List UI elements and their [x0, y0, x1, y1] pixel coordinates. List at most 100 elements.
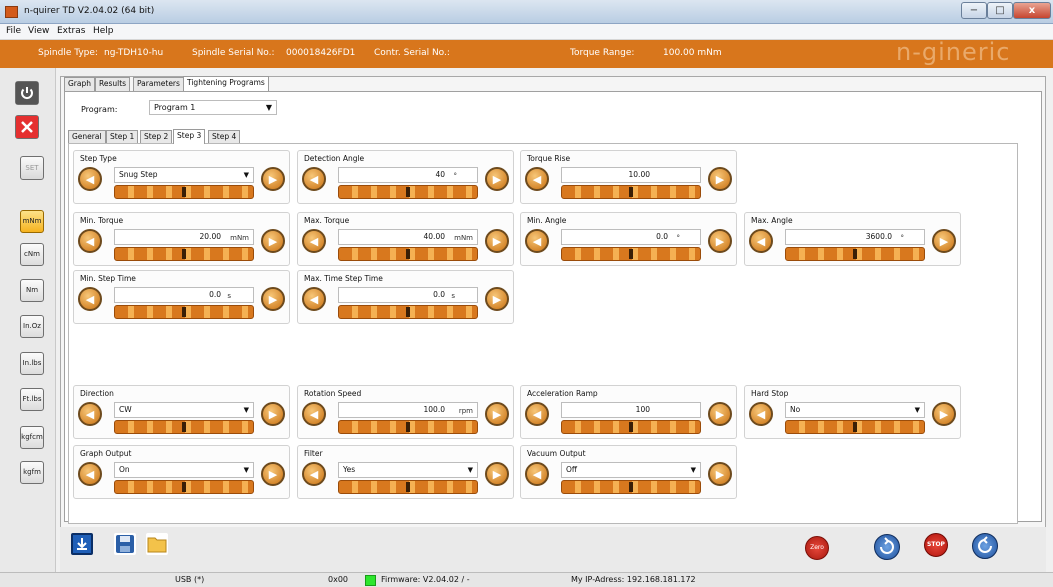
tab-step-1[interactable]: Step 1	[106, 130, 139, 144]
slider-thumb[interactable]	[182, 249, 186, 259]
max-time-step-time-next-button[interactable]: ▶	[485, 287, 509, 311]
vacuum-output-prev-button[interactable]: ◀	[525, 462, 549, 486]
open-folder-button[interactable]	[146, 533, 168, 555]
min-angle-prev-button[interactable]: ◀	[525, 229, 549, 253]
detection-angle-input[interactable]: 40 °	[338, 167, 478, 183]
vacuum-output-next-button[interactable]: ▶	[708, 462, 732, 486]
hard-stop-next-button[interactable]: ▶	[932, 402, 956, 426]
unit-button-kgfcm[interactable]: kgfcm	[20, 426, 44, 449]
min-step-time-input[interactable]: 0.0 s	[114, 287, 254, 303]
step-type-next-button[interactable]: ▶	[261, 167, 285, 191]
min-torque-slider[interactable]	[114, 247, 254, 261]
slider-thumb[interactable]	[629, 187, 633, 197]
unit-button-kgfm[interactable]: kgfm	[20, 461, 44, 484]
filter-slider[interactable]	[338, 480, 478, 494]
max-torque-prev-button[interactable]: ◀	[302, 229, 326, 253]
direction-next-button[interactable]: ▶	[261, 402, 285, 426]
slider-thumb[interactable]	[853, 422, 857, 432]
filter-next-button[interactable]: ▶	[485, 462, 509, 486]
unit-button-inlbs[interactable]: In.lbs	[20, 352, 44, 375]
slider-thumb[interactable]	[853, 249, 857, 259]
tab-step-4[interactable]: Step 4	[208, 130, 241, 144]
graph-output-prev-button[interactable]: ◀	[78, 462, 102, 486]
graph-output-slider[interactable]	[114, 480, 254, 494]
filter-select[interactable]: Yes ▼	[338, 462, 478, 478]
slider-thumb[interactable]	[182, 482, 186, 492]
graph-output-next-button[interactable]: ▶	[261, 462, 285, 486]
torque-rise-next-button[interactable]: ▶	[708, 167, 732, 191]
min-torque-next-button[interactable]: ▶	[261, 229, 285, 253]
direction-select[interactable]: CW ▼	[114, 402, 254, 418]
rotation-speed-next-button[interactable]: ▶	[485, 402, 509, 426]
hard-stop-prev-button[interactable]: ◀	[749, 402, 773, 426]
slider-thumb[interactable]	[406, 482, 410, 492]
power-button[interactable]	[15, 81, 39, 105]
acceleration-ramp-input[interactable]: 100	[561, 402, 701, 418]
unit-button-cnm[interactable]: cNm	[20, 243, 44, 266]
min-torque-prev-button[interactable]: ◀	[78, 229, 102, 253]
hard-stop-select[interactable]: No ▼	[785, 402, 925, 418]
close-button[interactable]: x	[1013, 2, 1051, 19]
torque-rise-input[interactable]: 10.00	[561, 167, 701, 183]
rotate-left-button[interactable]	[972, 533, 998, 559]
slider-thumb[interactable]	[182, 422, 186, 432]
max-time-step-time-input[interactable]: 0.0 s	[338, 287, 478, 303]
slider-thumb[interactable]	[406, 187, 410, 197]
cancel-button[interactable]	[15, 115, 39, 139]
max-torque-input[interactable]: 40.00 mNm	[338, 229, 478, 245]
detection-angle-prev-button[interactable]: ◀	[302, 167, 326, 191]
step-type-slider[interactable]	[114, 185, 254, 199]
max-torque-slider[interactable]	[338, 247, 478, 261]
max-time-step-time-prev-button[interactable]: ◀	[302, 287, 326, 311]
acceleration-ramp-slider[interactable]	[561, 420, 701, 434]
step-type-prev-button[interactable]: ◀	[78, 167, 102, 191]
filter-prev-button[interactable]: ◀	[302, 462, 326, 486]
slider-thumb[interactable]	[629, 482, 633, 492]
menu-extras[interactable]: Extras	[57, 26, 85, 36]
rotation-speed-slider[interactable]	[338, 420, 478, 434]
max-angle-input[interactable]: 3600.0 °	[785, 229, 925, 245]
step-type-select[interactable]: Snug Step ▼	[114, 167, 254, 183]
detection-angle-slider[interactable]	[338, 185, 478, 199]
torque-rise-slider[interactable]	[561, 185, 701, 199]
zero-button[interactable]: Zero	[805, 536, 829, 560]
unit-button-inoz[interactable]: In.Oz	[20, 315, 44, 338]
set-button[interactable]: SET	[20, 156, 44, 180]
slider-thumb[interactable]	[182, 187, 186, 197]
vacuum-output-select[interactable]: Off ▼	[561, 462, 701, 478]
direction-slider[interactable]	[114, 420, 254, 434]
direction-prev-button[interactable]: ◀	[78, 402, 102, 426]
max-angle-prev-button[interactable]: ◀	[749, 229, 773, 253]
tab-step-3[interactable]: Step 3	[173, 129, 206, 144]
detection-angle-next-button[interactable]: ▶	[485, 167, 509, 191]
rotate-right-button[interactable]	[874, 534, 900, 560]
download-button[interactable]	[71, 533, 93, 555]
slider-thumb[interactable]	[629, 249, 633, 259]
max-time-step-time-slider[interactable]	[338, 305, 478, 319]
torque-rise-prev-button[interactable]: ◀	[525, 167, 549, 191]
tab-general[interactable]: General	[68, 130, 106, 144]
graph-output-select[interactable]: On ▼	[114, 462, 254, 478]
slider-thumb[interactable]	[182, 307, 186, 317]
acceleration-ramp-next-button[interactable]: ▶	[708, 402, 732, 426]
tab-step-2[interactable]: Step 2	[140, 130, 173, 144]
min-angle-next-button[interactable]: ▶	[708, 229, 732, 253]
minimize-button[interactable]: −	[961, 2, 987, 19]
min-step-time-slider[interactable]	[114, 305, 254, 319]
maximize-button[interactable]: □	[987, 2, 1013, 19]
tab-results[interactable]: Results	[95, 77, 131, 91]
rotation-speed-prev-button[interactable]: ◀	[302, 402, 326, 426]
min-step-time-prev-button[interactable]: ◀	[78, 287, 102, 311]
menu-file[interactable]: File	[6, 26, 21, 36]
save-button[interactable]	[114, 533, 136, 555]
unit-button-nm[interactable]: Nm	[20, 279, 44, 302]
hard-stop-slider[interactable]	[785, 420, 925, 434]
min-step-time-next-button[interactable]: ▶	[261, 287, 285, 311]
max-torque-next-button[interactable]: ▶	[485, 229, 509, 253]
slider-thumb[interactable]	[406, 422, 410, 432]
menu-help[interactable]: Help	[93, 26, 114, 36]
min-angle-slider[interactable]	[561, 247, 701, 261]
tab-parameters[interactable]: Parameters	[133, 77, 184, 91]
min-angle-input[interactable]: 0.0 °	[561, 229, 701, 245]
slider-thumb[interactable]	[629, 422, 633, 432]
